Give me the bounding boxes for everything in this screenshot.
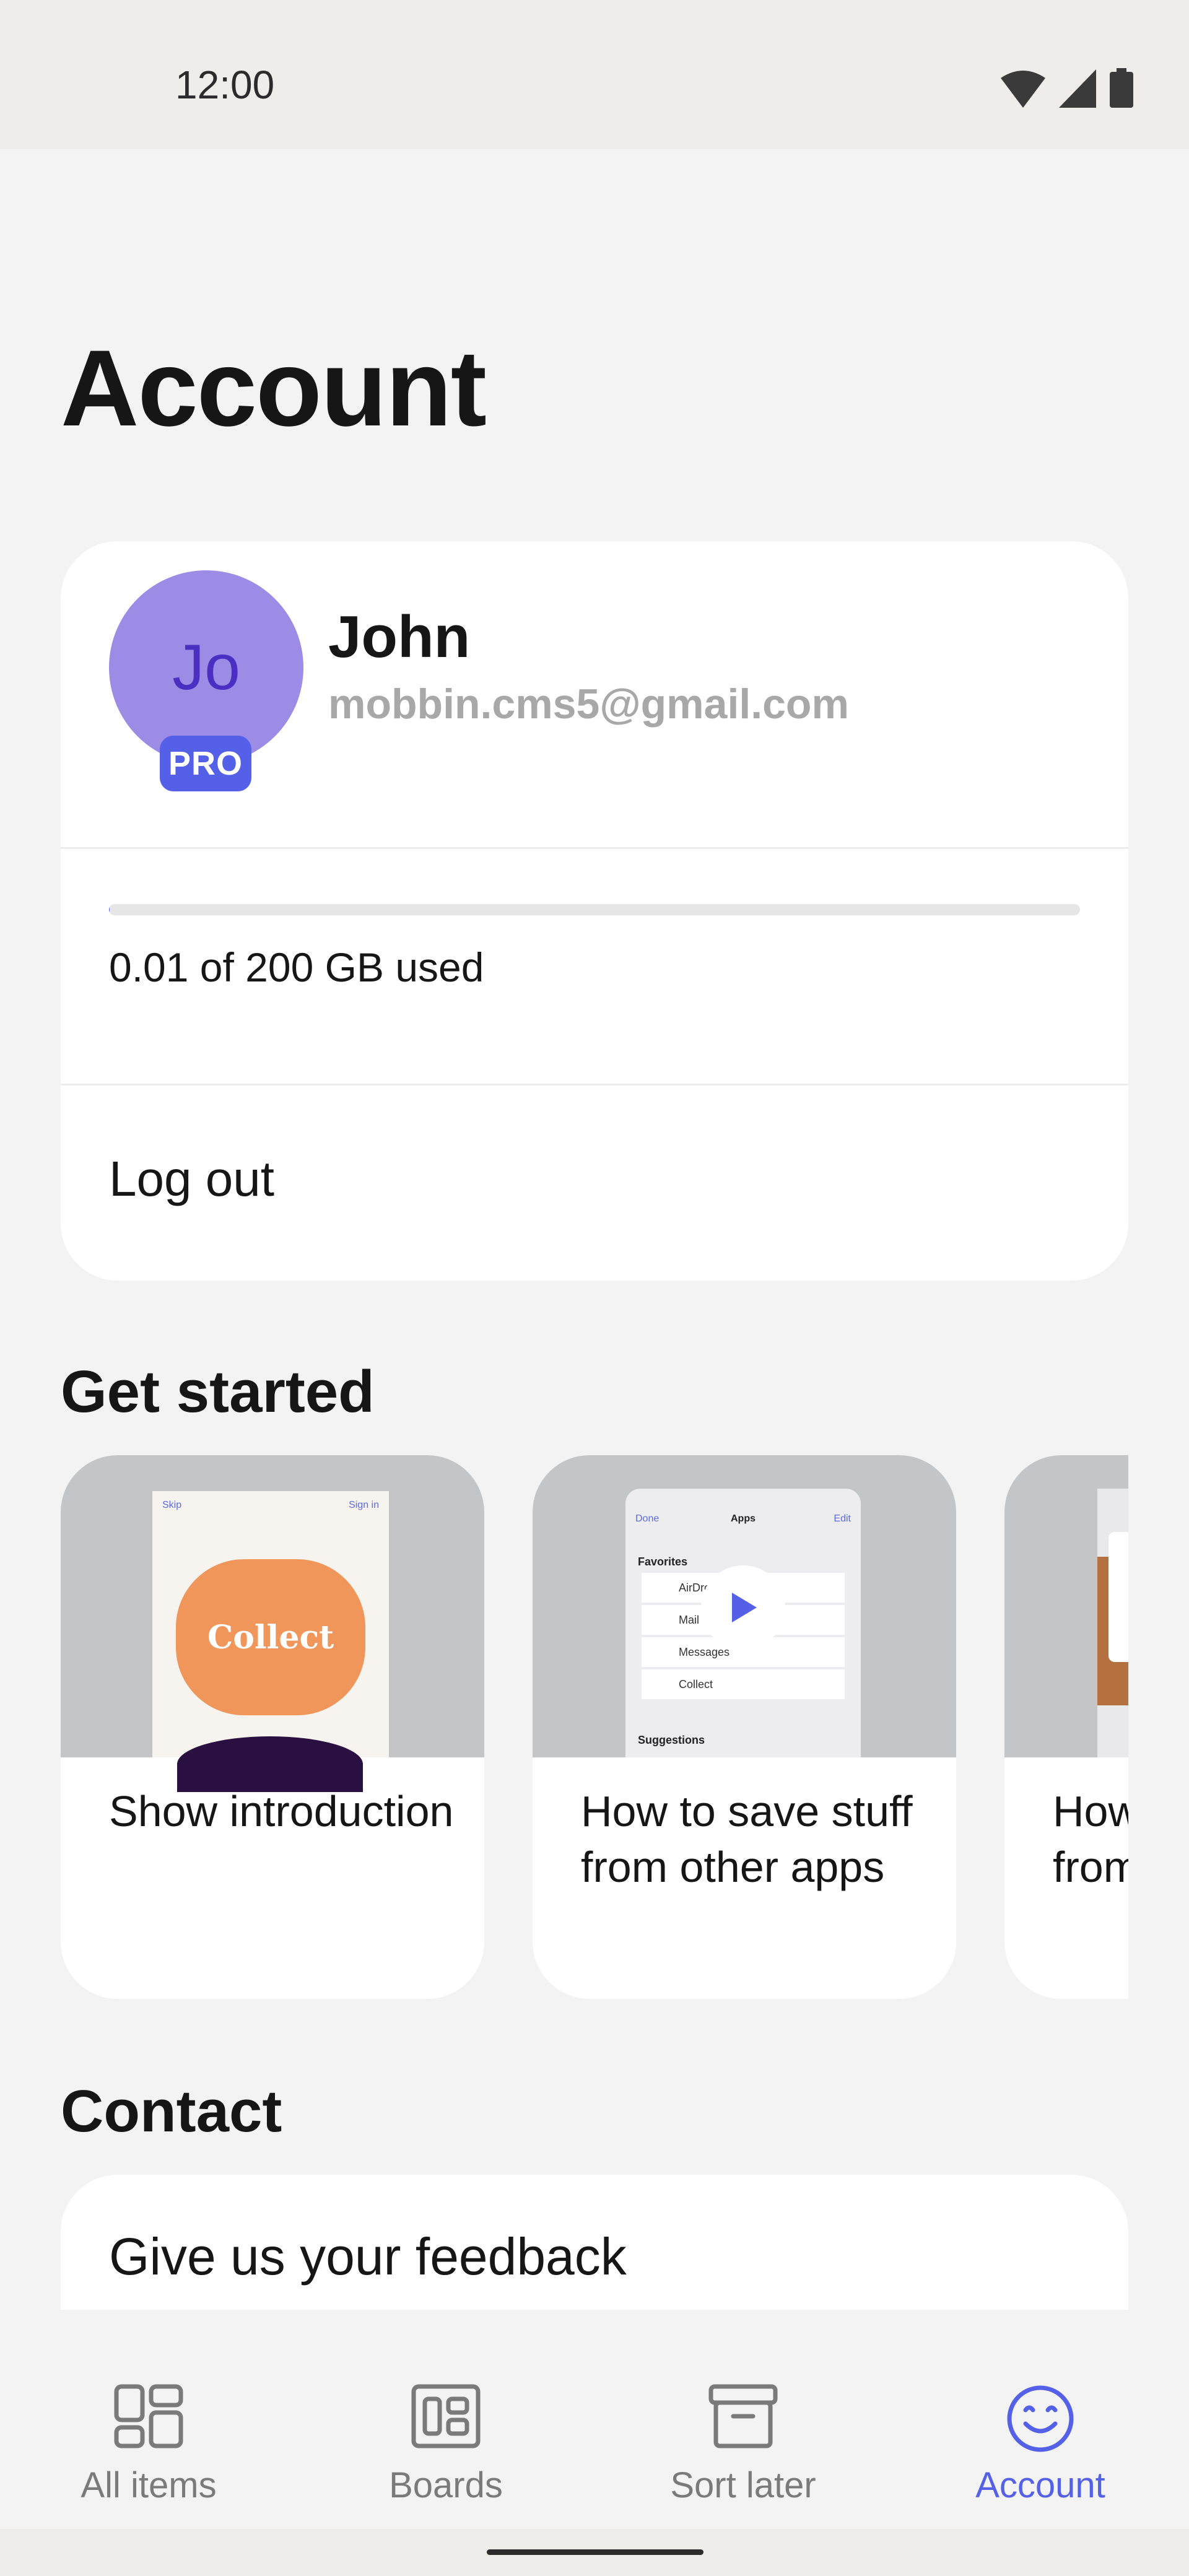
tile-thumbnail: Skip Sign in Collect	[61, 1455, 484, 1792]
status-icons	[1001, 68, 1133, 108]
nav-account[interactable]: Account	[892, 2310, 1189, 2529]
nav-sort-later[interactable]: Sort later	[594, 2310, 892, 2529]
pro-badge: PRO	[160, 736, 251, 791]
signal-icon	[1059, 69, 1096, 108]
smiley-face-icon	[1007, 2385, 1074, 2452]
user-email: mobbin.cms5@gmail.com	[328, 681, 849, 728]
nav-boards[interactable]: Boards	[297, 2310, 594, 2529]
bottom-navigation: All items Boards Sort later Account	[0, 2310, 1189, 2529]
wifi-icon	[1001, 71, 1045, 108]
status-time: 12:00	[175, 63, 275, 107]
nav-label: Account	[975, 2465, 1105, 2505]
storage-usage-text: 0.01 of 200 GB used	[109, 944, 484, 990]
play-icon	[732, 1593, 757, 1622]
tile-label: How to save stuff from other apps	[581, 1787, 913, 1891]
preview-suggestions-text: Suggestions	[638, 1734, 705, 1746]
archive-box-icon	[708, 2384, 778, 2448]
logout-label: Log out	[109, 1151, 274, 1206]
tile-label: How to save stuff from Chrome	[1053, 1787, 1128, 1891]
profile-row[interactable]: Jo PRO John mobbin.cms5@gmail.com	[61, 541, 1128, 847]
intro-preview: Skip Sign in Collect	[152, 1491, 389, 1792]
tile-thumbnail: Done Apps Edit Favorites AirDrop Mail Me…	[533, 1455, 956, 1757]
page-title: Account	[61, 328, 487, 449]
avatar-initials: Jo	[172, 631, 240, 703]
profile-card: Jo PRO John mobbin.cms5@gmail.com 0.01 o…	[61, 541, 1128, 1281]
home-gesture-bar[interactable]	[487, 2549, 703, 2555]
logout-button[interactable]: Log out	[61, 1085, 1128, 1281]
gesture-area	[0, 2529, 1189, 2576]
nav-label: Sort later	[670, 2465, 816, 2505]
preview-favorites-text: Favorites	[638, 1556, 688, 1568]
preview-signin-text: Sign in	[349, 1500, 379, 1510]
contact-title: Contact	[61, 2078, 282, 2144]
nav-label: Boards	[389, 2465, 503, 2505]
nav-all-items[interactable]: All items	[0, 2310, 297, 2529]
all-items-icon	[114, 2384, 183, 2448]
status-bar: 12:00	[0, 0, 1189, 149]
chrome-preview	[1097, 1489, 1128, 1757]
collect-logo: Collect	[176, 1559, 365, 1715]
preview-done-text: Done	[635, 1513, 660, 1524]
divider	[61, 847, 1128, 849]
battery-icon	[1110, 68, 1133, 108]
get-started-carousel[interactable]: Skip Sign in Collect Show introduction D…	[61, 1455, 1128, 2000]
preview-menu	[1108, 1532, 1128, 1662]
tile-thumbnail	[1004, 1455, 1128, 1757]
get-started-title: Get started	[61, 1359, 375, 1425]
feedback-label: Give us your feedback	[109, 2227, 627, 2286]
user-name: John	[328, 604, 471, 670]
tile-save-from-chrome[interactable]: How to save stuff from Chrome	[1004, 1455, 1128, 1999]
tile-save-from-apps[interactable]: Done Apps Edit Favorites AirDrop Mail Me…	[533, 1455, 956, 1999]
preview-row: Collect	[642, 1669, 845, 1699]
preview-apps-text: Apps	[731, 1513, 756, 1524]
nav-label: All items	[81, 2465, 217, 2505]
boards-icon	[411, 2384, 481, 2448]
storage-progress-bar	[109, 904, 1080, 915]
tile-show-introduction[interactable]: Skip Sign in Collect Show introduction	[61, 1455, 484, 1999]
preview-skip-text: Skip	[162, 1500, 182, 1510]
play-button[interactable]	[701, 1565, 785, 1650]
preview-edit-text: Edit	[834, 1513, 851, 1524]
tile-label: Show introduction	[109, 1787, 454, 1835]
